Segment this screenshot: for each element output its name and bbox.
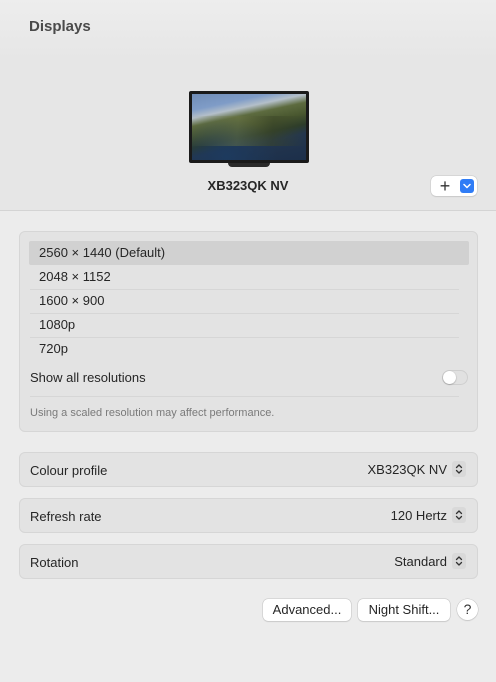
- advanced-button[interactable]: Advanced...: [263, 599, 351, 621]
- rotation-row: Rotation Standard: [19, 544, 478, 579]
- colour-profile-row: Colour profile XB323QK NV: [19, 452, 478, 487]
- refresh-rate-row: Refresh rate 120 Hertz: [19, 498, 478, 533]
- colour-profile-value: XB323QK NV: [367, 461, 448, 477]
- refresh-rate-label: Refresh rate: [30, 509, 102, 524]
- chevron-down-icon[interactable]: [460, 179, 474, 193]
- resolution-option-1080p[interactable]: 1080p: [29, 313, 469, 337]
- rotation-value: Standard: [394, 553, 447, 569]
- displays-window: Displays XB323QK NV + 2560 × 1440 (Defau…: [0, 0, 496, 682]
- toggle-knob: [443, 371, 456, 384]
- show-all-resolutions-toggle[interactable]: [442, 370, 468, 385]
- up-down-chevron-icon: [452, 553, 466, 569]
- plus-icon[interactable]: +: [431, 176, 459, 196]
- resolution-option-2560x1440[interactable]: 2560 × 1440 (Default): [29, 241, 469, 265]
- divider: [30, 396, 459, 397]
- up-down-chevron-icon: [452, 507, 466, 523]
- colour-profile-label: Colour profile: [30, 463, 108, 478]
- show-all-resolutions-label: Show all resolutions: [30, 370, 146, 385]
- night-shift-button[interactable]: Night Shift...: [358, 599, 450, 621]
- resolution-option-2048x1152[interactable]: 2048 × 1152: [29, 265, 469, 289]
- display-header: Displays XB323QK NV +: [0, 0, 496, 211]
- rotation-label: Rotation: [30, 555, 79, 570]
- display-thumbnail[interactable]: [189, 91, 309, 163]
- resolution-list: 2560 × 1440 (Default) 2048 × 1152 1600 ×…: [19, 231, 478, 432]
- refresh-rate-value: 120 Hertz: [390, 507, 447, 523]
- help-button[interactable]: ?: [457, 599, 478, 620]
- colour-profile-popup[interactable]: XB323QK NV: [367, 461, 466, 477]
- add-display-button[interactable]: +: [431, 176, 477, 196]
- up-down-chevron-icon: [452, 461, 466, 477]
- refresh-rate-popup[interactable]: 120 Hertz: [391, 507, 466, 523]
- resolution-option-720p[interactable]: 720p: [29, 337, 469, 361]
- scaled-resolution-hint: Using a scaled resolution may affect per…: [30, 407, 275, 419]
- display-name-label: XB323QK NV: [207, 178, 289, 193]
- wallpaper-preview: [192, 94, 306, 160]
- resolution-option-1600x900[interactable]: 1600 × 900: [29, 289, 469, 313]
- rotation-popup[interactable]: Standard: [394, 553, 466, 569]
- page-title: Displays: [29, 18, 91, 35]
- monitor-stand: [228, 163, 270, 167]
